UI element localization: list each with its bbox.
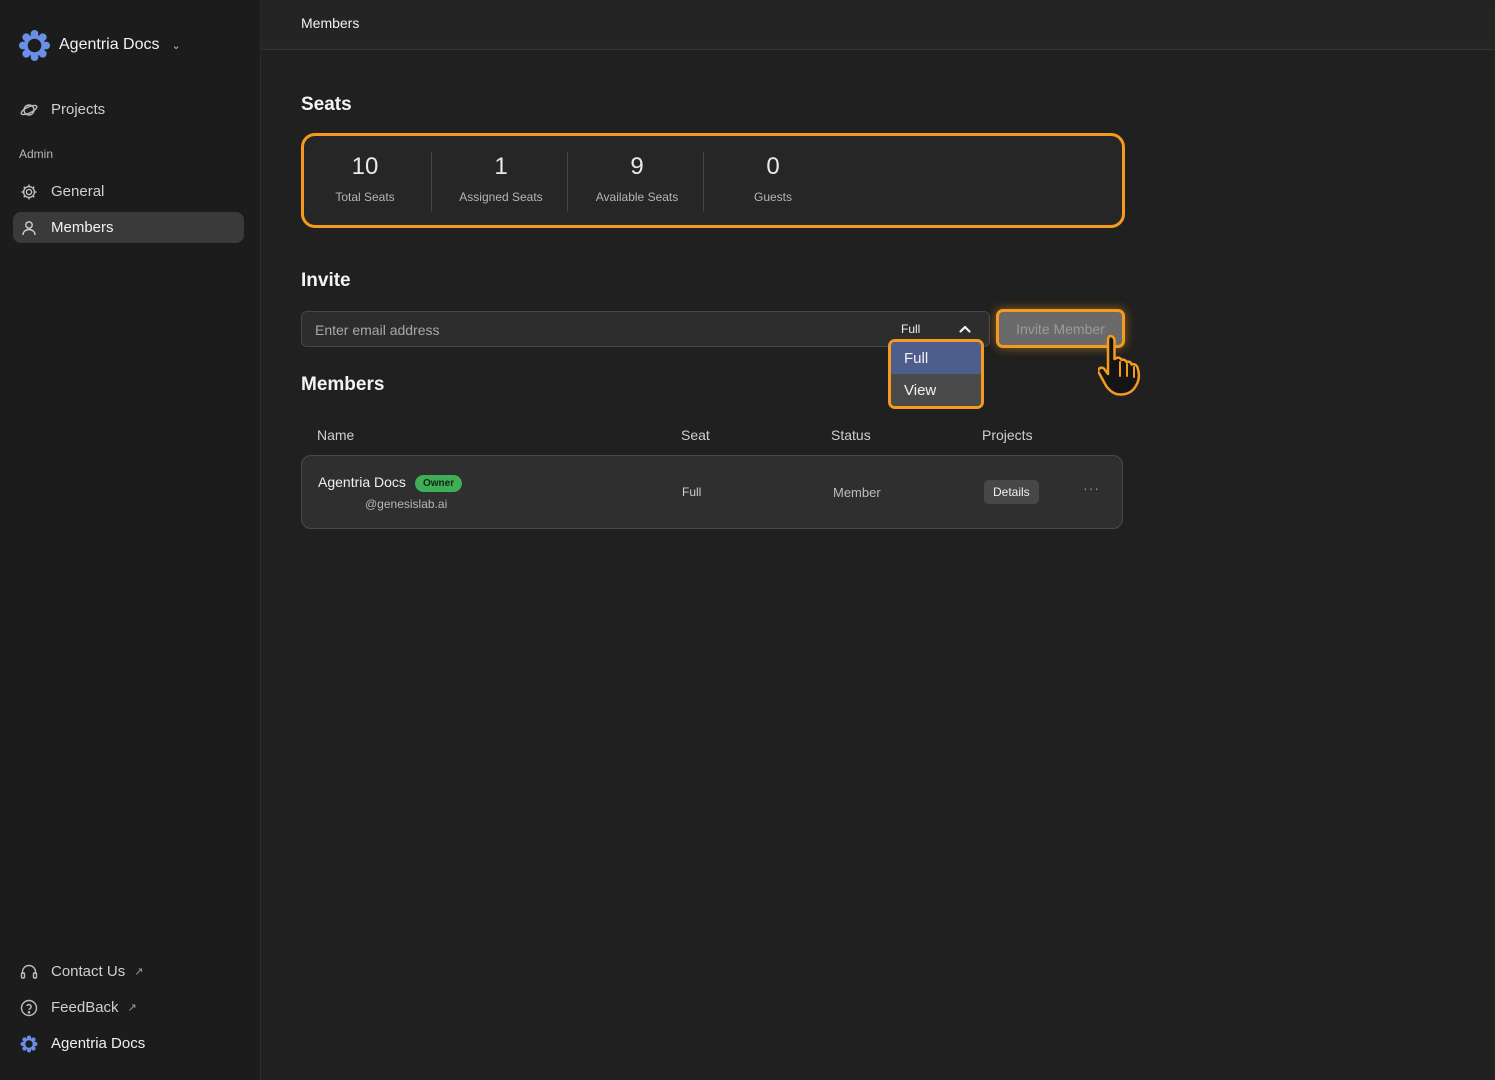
divider — [567, 152, 568, 212]
sidebar-item-account[interactable]: Agentria Docs — [13, 1028, 244, 1059]
seat-stat-guests: 0 Guests — [705, 152, 841, 212]
owner-badge: Owner — [415, 475, 463, 492]
user-icon — [20, 219, 38, 237]
help-circle-icon — [20, 999, 38, 1017]
sidebar-item-label: Projects — [51, 101, 106, 118]
sidebar-item-general[interactable]: General — [13, 176, 244, 207]
divider — [431, 152, 432, 212]
column-header-projects: Projects — [982, 427, 1033, 443]
seats-heading: Seats — [301, 94, 352, 115]
seat-stat-value: 1 — [494, 153, 508, 180]
members-heading: Members — [301, 374, 385, 395]
column-header-name: Name — [317, 427, 355, 443]
email-placeholder: Enter email address — [315, 322, 440, 338]
more-options-icon[interactable]: ··· — [1083, 480, 1100, 496]
seat-stat-value: 9 — [630, 153, 644, 180]
sidebar-item-members[interactable]: Members — [13, 212, 244, 243]
planet-icon — [20, 101, 38, 119]
member-handle: @genesislab.ai — [365, 497, 448, 511]
sidebar-item-label: General — [51, 183, 105, 200]
agentria-logo-icon — [18, 29, 51, 61]
divider — [703, 152, 704, 212]
workspace-switcher[interactable]: Agentria Docs ⌄ — [18, 28, 181, 62]
seat-stat-label: Assigned Seats — [459, 190, 543, 204]
dropdown-option-view[interactable]: View — [891, 374, 981, 406]
sidebar-item-feedback[interactable]: FeedBack ↗ — [13, 992, 244, 1023]
sidebar-item-projects[interactable]: Projects — [13, 94, 244, 125]
column-header-status: Status — [831, 427, 871, 443]
gear-icon — [20, 183, 38, 201]
sidebar-item-label: Contact Us — [51, 963, 126, 980]
seat-stat-assigned: 1 Assigned Seats — [433, 152, 569, 212]
member-name: Agentria Docs — [318, 474, 406, 490]
seat-type-dropdown: Full View — [888, 339, 984, 409]
seat-stat-total: 10 Total Seats — [297, 152, 433, 212]
details-button[interactable]: Details — [984, 480, 1039, 504]
chevron-up-icon[interactable] — [957, 321, 973, 337]
headset-icon — [20, 963, 38, 981]
seat-stat-value: 10 — [351, 153, 379, 180]
seat-type-select[interactable]: Full — [901, 322, 920, 336]
seats-card: 10 Total Seats 1 Assigned Seats 9 Availa… — [301, 133, 1125, 228]
seat-stat-label: Total Seats — [335, 190, 395, 204]
email-field[interactable]: Enter email address Full — [301, 311, 990, 347]
invite-heading: Invite — [301, 270, 351, 291]
table-row: Agentria Docs Owner @genesislab.ai Full … — [301, 455, 1123, 529]
agentria-logo-icon — [20, 1035, 38, 1053]
member-seat: Full — [682, 485, 702, 499]
sidebar: Agentria Docs ⌄ Projects Admin General M… — [0, 0, 261, 1080]
topbar: Members — [261, 0, 1495, 50]
seat-stat-value: 0 — [766, 153, 780, 180]
seat-stat-label: Available Seats — [595, 190, 679, 204]
seat-stat-label: Guests — [753, 190, 792, 204]
dropdown-option-full[interactable]: Full — [891, 342, 981, 374]
sidebar-item-contact-us[interactable]: Contact Us ↗ — [13, 956, 244, 987]
sidebar-item-label: Members — [51, 219, 114, 236]
section-label-admin: Admin — [19, 147, 54, 161]
seat-stat-available: 9 Available Seats — [569, 152, 705, 212]
hand-pointer-cursor-icon — [1098, 334, 1141, 396]
chevron-down-icon: ⌄ — [171, 39, 181, 52]
page-title: Members — [301, 15, 360, 31]
sidebar-item-label: Agentria Docs — [51, 1035, 146, 1052]
workspace-name: Agentria Docs — [59, 36, 160, 53]
app-root: Agentria Docs ⌄ Projects Admin General M… — [0, 0, 1495, 1080]
external-link-icon: ↗ — [127, 1002, 137, 1014]
sidebar-item-label: FeedBack — [51, 999, 119, 1016]
column-header-seat: Seat — [681, 427, 710, 443]
member-status: Member — [833, 485, 881, 500]
external-link-icon: ↗ — [134, 966, 144, 978]
